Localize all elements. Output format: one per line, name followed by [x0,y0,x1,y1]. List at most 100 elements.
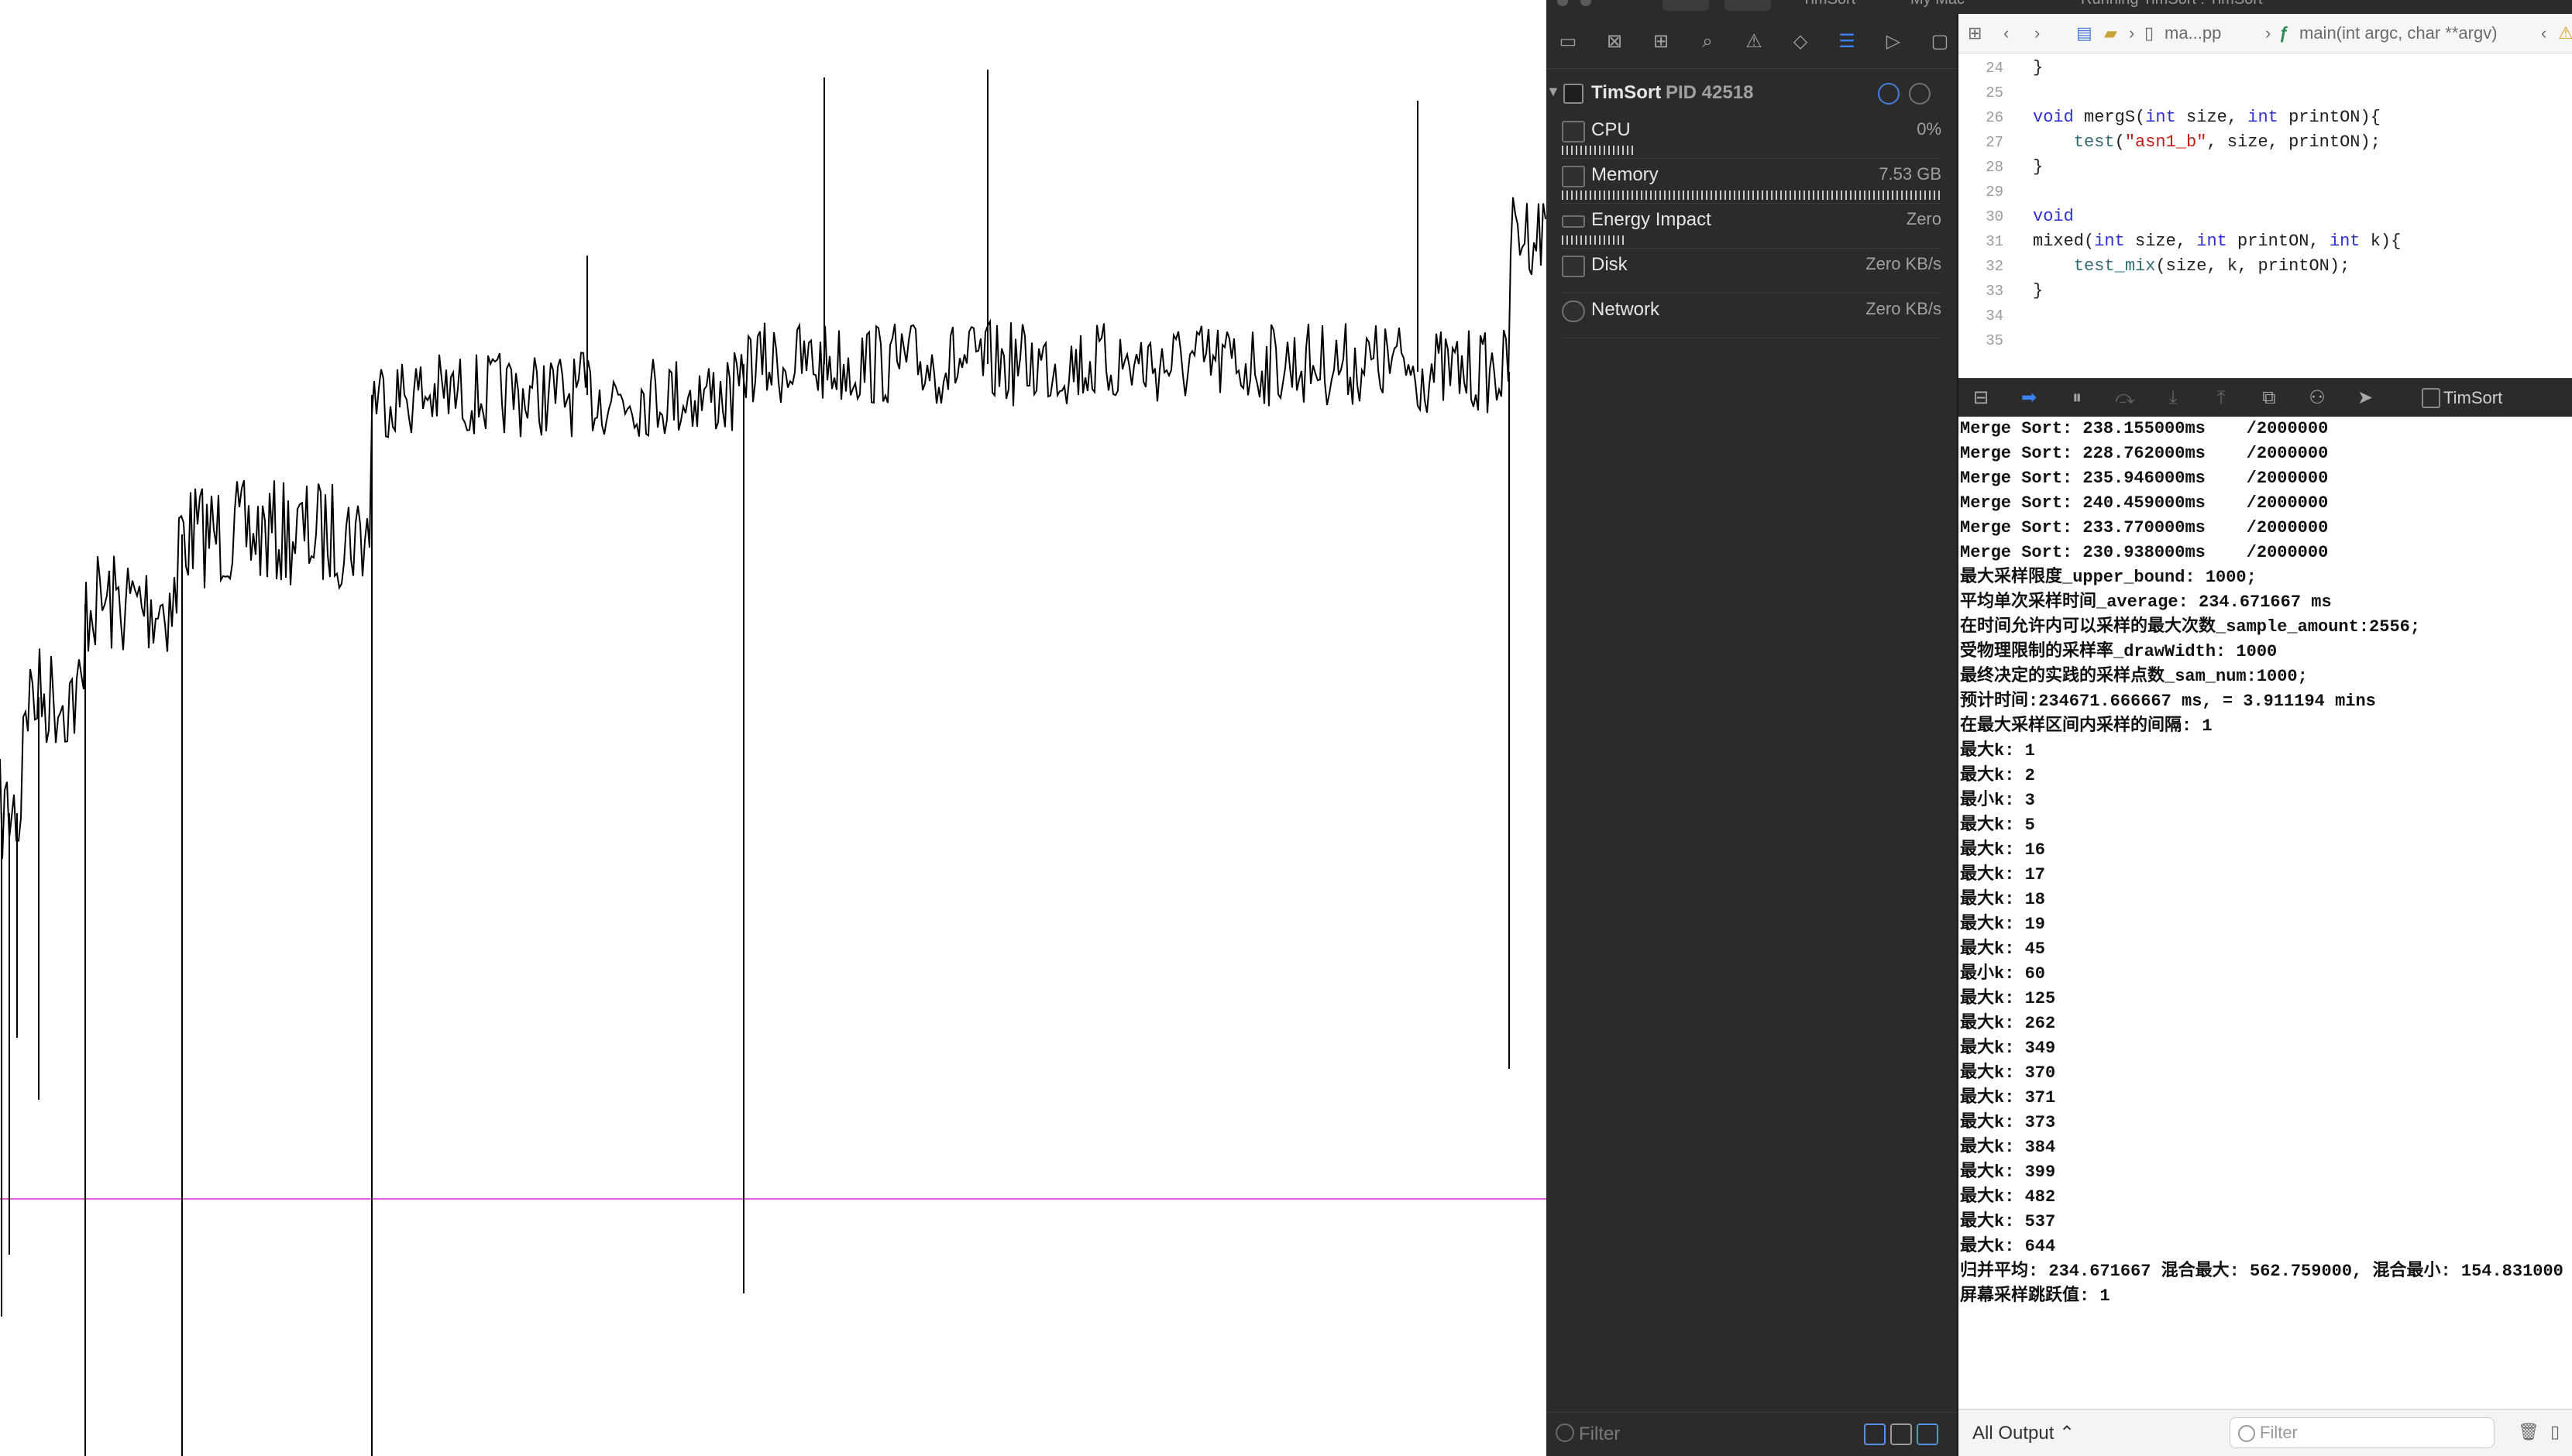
console-line: 归并平均: 234.671667 混合最大: 562.759000, 混合最小:… [1960,1262,2563,1281]
code-text: test_mix(size, k, printON); [2073,256,2350,276]
code-text: } [2033,281,2044,300]
console-line: 最大k: 644 [1960,1237,2056,1256]
console-filter[interactable]: Filter [2230,1417,2495,1448]
code-line[interactable]: 33} [1958,279,2572,304]
console-line: 最大k: 371 [1960,1088,2056,1107]
timing-plot [0,70,1546,1456]
view-debugger-icon[interactable]: ⧉ [2257,386,2281,410]
console-line: Merge Sort: 230.938000ms /2000000 [1960,543,2329,562]
code-line[interactable]: 28} [1958,155,2572,180]
run-button[interactable] [1663,0,1709,11]
process-row[interactable]: ▼ TimSort PID 42518 [1546,77,1957,108]
line-number: 30 [1986,208,2003,225]
stop-button[interactable] [1724,0,1771,11]
console-filter-input[interactable]: Filter [2260,1423,2298,1443]
trash-icon[interactable]: 🗑 [2518,1422,2539,1442]
gauge-energy[interactable]: Energy Impact Zero [1562,204,1941,249]
code-text: mixed(int size, int printON, int k){ [2033,232,2402,251]
back-chevron-icon[interactable]: ‹ [2541,23,2546,43]
filter-icon [1556,1423,1574,1442]
simulate-location-icon[interactable]: ➤ [2354,386,2377,410]
gauge-memory[interactable]: Memory 7.53 GB [1562,160,1941,204]
folder-icon[interactable]: ▭ [1557,31,1579,53]
forward-chevron-icon[interactable]: › [2034,23,2040,43]
destination-label[interactable]: My Mac [1910,0,1965,9]
console-output[interactable]: Merge Sort: 238.155000ms /2000000 Merge S… [1958,417,2572,1456]
hide-debug-area-icon[interactable]: ⊟ [1969,386,1993,410]
console-line: 最大k: 1 [1960,741,2035,761]
divider [1562,248,1941,249]
disclosure-triangle-icon[interactable]: ▼ [1546,84,1560,100]
debug-icon[interactable]: ☰ [1836,31,1858,53]
code-line[interactable]: 34 [1958,304,2572,328]
symbol-icon[interactable]: ⊞ [1650,31,1672,53]
code-line[interactable]: 30 void [1958,204,2572,229]
console-line: Merge Sort: 238.155000ms /2000000 [1960,419,2329,438]
step-into-icon[interactable]: ⤓ [2161,386,2185,410]
gauge-bar [1562,146,1635,155]
gauge-network[interactable]: Network Zero KB/s [1562,294,1941,339]
code-area[interactable]: 24} 25 26 void mergS(int size, int printON)… [1958,53,2572,378]
grid-icon[interactable]: ⊞ [1968,23,1982,43]
timing-trace [0,197,1546,859]
breakpoint-icon[interactable]: ▷ [1883,31,1904,53]
line-number: 34 [1986,307,2003,325]
console-line: 最大k: 384 [1960,1138,2056,1157]
console-line: 最大k: 45 [1960,939,2046,959]
pause-circle-icon[interactable] [1909,83,1931,105]
gauge-disk[interactable]: Disk Zero KB/s [1562,249,1941,294]
console-line: 在最大采样区间内采样的间隔: 1 [1960,716,2213,736]
console-line: 最大k: 5 [1960,816,2035,835]
project-icon[interactable]: ▤ [2076,23,2092,43]
jump-separator-icon: › [2129,23,2135,43]
gauge-label: Memory [1591,164,1659,185]
console-line: 最大k: 19 [1960,915,2046,934]
filter-option-icon[interactable] [1864,1423,1886,1445]
scheme-label[interactable]: TimSort [1802,0,1855,9]
console-line: 最小k: 60 [1960,964,2046,984]
warning-icon[interactable]: ⚠ [2558,23,2572,43]
filter-running-icon[interactable] [1917,1423,1938,1445]
back-chevron-icon[interactable]: ‹ [2003,23,2009,43]
pause-icon[interactable]: ⏸ [2065,386,2089,410]
code-text: } [2033,157,2044,177]
window-minimize-dot[interactable] [1580,0,1591,6]
plot-window [0,0,1546,1456]
step-over-icon[interactable]: ⤼ [2113,386,2137,410]
code-line[interactable]: 35 [1958,328,2572,353]
code-line[interactable]: 27 test("asn1_b", size, printON); [1958,130,2572,155]
battery-icon [1562,215,1585,228]
output-selector[interactable]: All Output ⌃ [1972,1422,2075,1444]
code-line[interactable]: 24} [1958,56,2572,81]
window-close-dot[interactable] [1557,0,1568,6]
code-line[interactable]: 25 [1958,81,2572,105]
console-line: 最小k: 3 [1960,791,2035,810]
breakpoints-toggle-icon[interactable]: ➡ [2017,386,2041,410]
memory-graph-icon[interactable]: ⚇ [2306,386,2329,410]
split-view-icon[interactable]: ▯ [2546,1422,2564,1442]
navigator-filter-input[interactable]: Filter [1579,1423,1620,1445]
jump-file[interactable]: ma...pp [2165,23,2221,43]
jump-function[interactable]: main(int argc, char **argv) [2299,23,2498,43]
code-line[interactable]: 32 test_mix(size, k, printON); [1958,254,2572,279]
console-line: 最大k: 17 [1960,865,2046,884]
debug-target[interactable]: TimSort [2443,388,2502,408]
code-line[interactable]: 31 mixed(int size, int printON, int k){ [1958,229,2572,254]
test-icon[interactable]: ◇ [1790,31,1811,53]
gauge-cpu[interactable]: CPU 0% [1562,115,1941,160]
code-line[interactable]: 26 void mergS(int size, int printON){ [1958,105,2572,130]
filter-grid-icon[interactable] [1890,1423,1912,1445]
folder-icon[interactable]: ▰ [2104,23,2117,43]
console-line: 最大k: 18 [1960,890,2046,909]
step-out-icon[interactable]: ⤒ [2209,386,2233,410]
report-icon[interactable]: ▢ [1929,31,1951,53]
code-line[interactable]: 29 [1958,180,2572,204]
gauge-label: CPU [1591,119,1631,140]
warning-icon[interactable]: ⚠ [1743,31,1765,53]
divider [1562,293,1941,294]
console-line: 最大k: 125 [1960,989,2056,1008]
gauge-activity-icon[interactable] [1878,83,1900,105]
line-number: 28 [1986,159,2003,176]
search-icon[interactable]: ⌕ [1697,31,1718,53]
source-control-icon[interactable]: ⊠ [1604,31,1625,53]
